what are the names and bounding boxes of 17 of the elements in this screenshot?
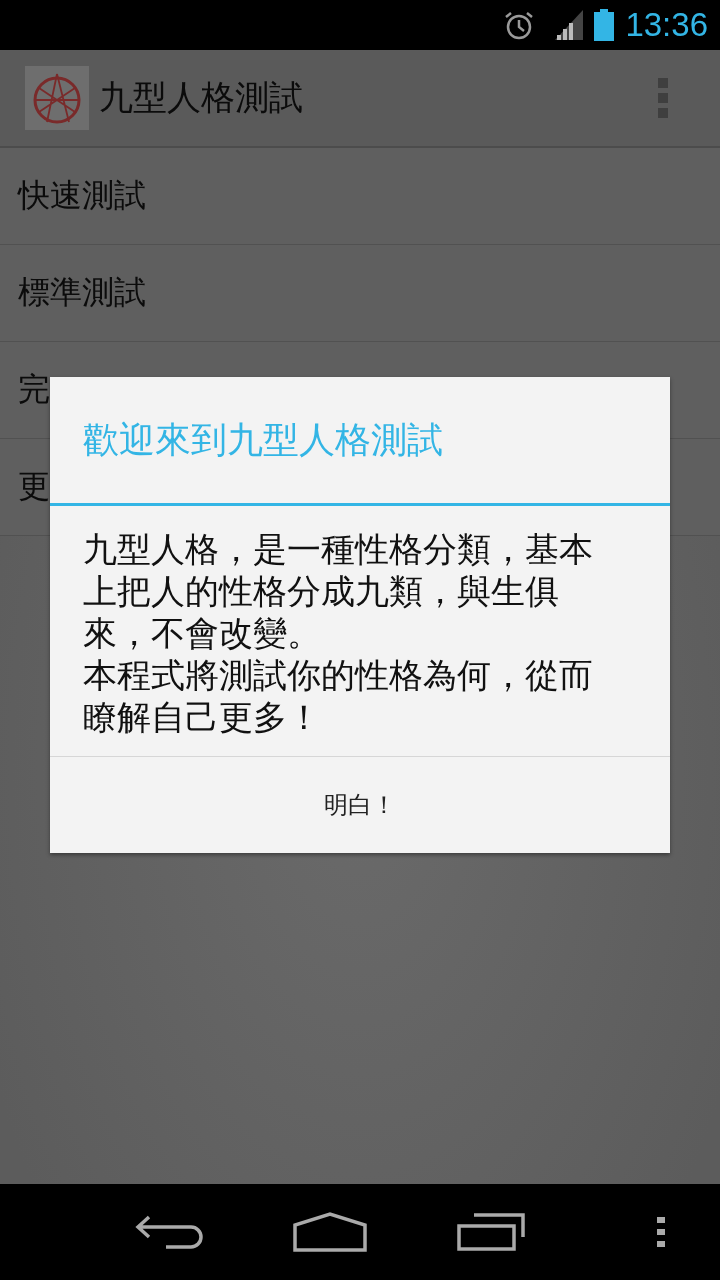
menu-icon[interactable] [657, 1217, 665, 1247]
app-logo-icon [25, 66, 89, 130]
menu-item[interactable]: 完 [18, 368, 50, 412]
clock-time: 13:36 [625, 6, 708, 44]
recent-apps-icon[interactable] [457, 1213, 527, 1251]
dialog-message: 本程式將測試你的性格為何，從而瞭解自己更多！ [83, 654, 594, 738]
home-icon[interactable] [293, 1212, 367, 1252]
battery-icon [593, 9, 616, 41]
dialog-message: 九型人格，是一種性格分類，基本上把人的性格分成九類，與生俱來，不會改變。 [83, 528, 594, 654]
app-title: 九型人格測試 [99, 76, 304, 119]
ok-button[interactable]: 明白！ [50, 757, 670, 853]
menu-item[interactable]: 標準測試 [18, 271, 146, 315]
menu-item[interactable]: 更 [18, 465, 50, 509]
dialog-title: 歡迎來到九型人格測試 [50, 377, 670, 506]
signal-icon [555, 10, 584, 40]
back-icon[interactable] [135, 1214, 203, 1250]
menu-item[interactable]: 快速測試 [18, 174, 146, 218]
